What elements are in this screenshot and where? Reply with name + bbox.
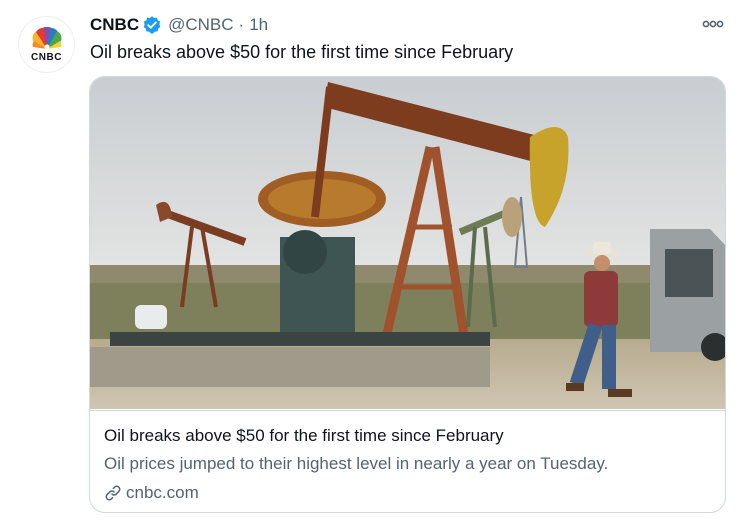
card-domain: cnbc.com [126, 483, 199, 502]
more-horizontal-icon[interactable] [701, 14, 725, 34]
verified-badge-icon [142, 15, 162, 35]
card-description: Oil prices jumped to their highest level… [104, 454, 609, 473]
card-body: Oil breaks above $50 for the first time … [90, 410, 725, 512]
card-title: Oil breaks above $50 for the first time … [104, 426, 504, 445]
card-link[interactable]: cnbc.com [104, 482, 713, 504]
tweet-header: CNBC @CNBC · 1h [90, 13, 268, 37]
tweet-text: Oil breaks above $50 for the first time … [90, 42, 514, 62]
avatar-logo-text: CNBC [31, 51, 62, 63]
author-name[interactable]: CNBC [90, 15, 139, 35]
link-card[interactable]: Oil breaks above $50 for the first time … [89, 76, 726, 513]
link-icon [104, 484, 122, 502]
card-image [90, 77, 725, 409]
tweet-timestamp[interactable]: 1h [249, 15, 268, 35]
author-handle[interactable]: @CNBC [168, 15, 233, 35]
cnbc-peacock-logo-icon [31, 26, 62, 49]
avatar[interactable]: CNBC [18, 16, 75, 73]
separator-dot: · [238, 15, 245, 34]
